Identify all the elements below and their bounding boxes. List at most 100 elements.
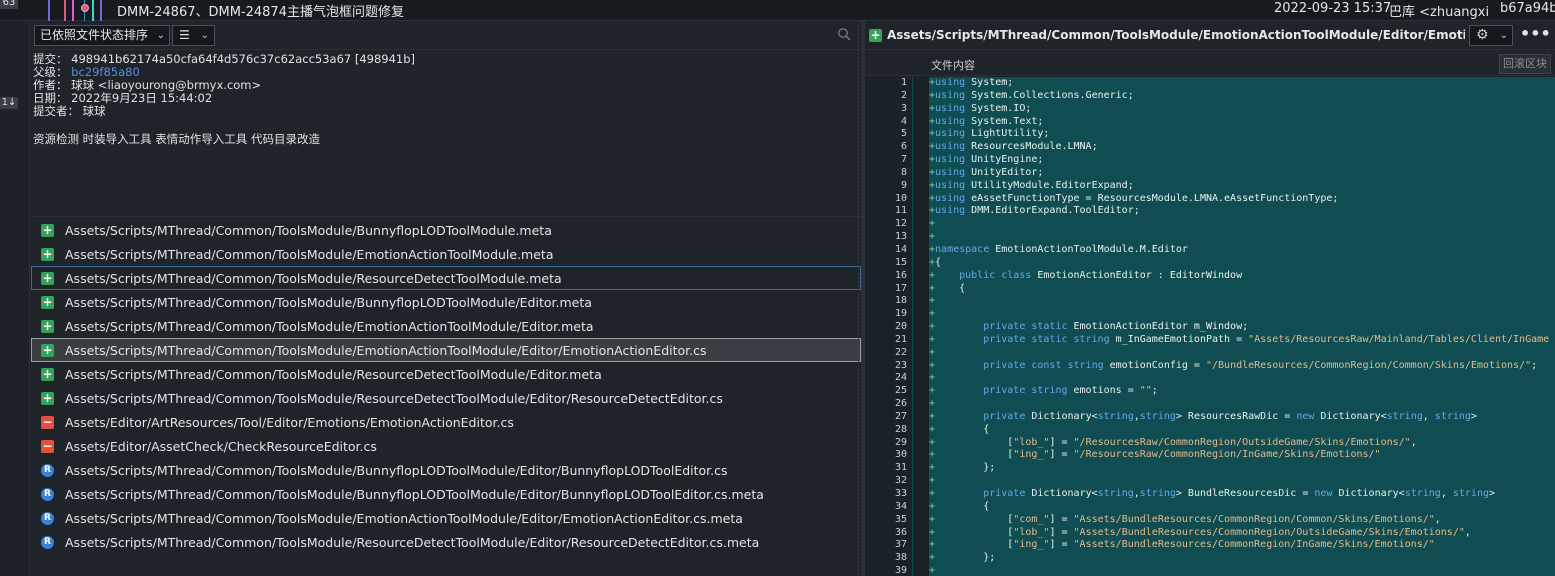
changed-file-item[interactable]: R Assets/Scripts/MThread/Common/ToolsModu… xyxy=(31,530,861,554)
commit-details-pane: 已依照文件状态排序 ⌄ ☰ ⌄ 提交： 498941b62174a50cfa64… xyxy=(31,21,861,576)
graph-lane-line xyxy=(72,0,74,21)
code-line: 15 +{ xyxy=(865,256,1555,270)
code-line: 29 + ["lob_"] = "/ResourcesRaw/CommonRegi… xyxy=(865,436,1555,450)
changed-file-item[interactable]: + Assets/Scripts/MThread/Common/ToolsModu… xyxy=(31,386,861,410)
left-gutter: 1↓ xyxy=(0,21,30,576)
line-source: + xyxy=(929,346,936,358)
changed-file-item[interactable]: + Assets/Scripts/MThread/Common/ToolsModu… xyxy=(31,290,861,314)
chevron-down-icon: ⌄ xyxy=(156,30,165,41)
line-source: + ["lob_"] = "/ResourcesRaw/CommonRegion… xyxy=(929,436,1417,448)
line-marker xyxy=(913,115,929,129)
line-marker xyxy=(913,526,929,540)
line-marker xyxy=(913,89,929,103)
removed-file-icon: − xyxy=(41,439,54,453)
changed-file-path: Assets/Editor/ArtResources/Tool/Editor/E… xyxy=(65,415,514,430)
line-number: 38 xyxy=(865,552,912,566)
code-line: 9 +using UtilityModule.EditorExpand; xyxy=(865,179,1555,193)
renamed-file-icon: R xyxy=(41,464,54,477)
line-number: 11 xyxy=(865,205,912,219)
changed-file-path: Assets/Scripts/MThread/Common/ToolsModul… xyxy=(65,271,562,286)
line-source: +using System; xyxy=(929,77,1014,88)
changed-file-path: Assets/Scripts/MThread/Common/ToolsModul… xyxy=(65,487,764,502)
line-number: 37 xyxy=(865,539,912,553)
changed-file-path: Assets/Editor/AssetCheck/CheckResourceEd… xyxy=(65,439,377,454)
line-marker xyxy=(913,552,929,566)
line-marker xyxy=(913,565,929,576)
list-view-icon: ☰ xyxy=(179,28,190,42)
code-line: 17 + { xyxy=(865,282,1555,296)
line-marker xyxy=(913,359,929,373)
code-line: 5 +using LightUtility; xyxy=(865,128,1555,142)
committer-label: 提交者： xyxy=(33,104,79,118)
line-marker xyxy=(913,346,929,360)
line-number: 33 xyxy=(865,488,912,501)
graph-lane-line xyxy=(64,0,66,21)
changed-file-path: Assets/Scripts/MThread/Common/ToolsModul… xyxy=(65,343,707,358)
changed-files-list: + Assets/Scripts/MThread/Common/ToolsModu… xyxy=(31,216,861,554)
changed-file-path: Assets/Scripts/MThread/Common/ToolsModul… xyxy=(65,319,594,334)
search-icon[interactable] xyxy=(837,27,851,41)
line-source: + xyxy=(929,475,936,487)
line-source: + private static EmotionActionEditor m_W… xyxy=(929,321,1249,333)
commit-subject: DMM-24867、DMM-24874主播气泡框问题修复 xyxy=(117,5,404,20)
code-line: 24 + xyxy=(865,372,1555,386)
revert-hunk-button[interactable]: 回滚区块 xyxy=(1499,54,1551,74)
changed-file-item[interactable]: − Assets/Editor/AssetCheck/CheckResourceE… xyxy=(31,434,861,458)
diff-code-view: 1 +using System; 2 +using System.Collection… xyxy=(865,77,1555,576)
line-source: + { xyxy=(929,500,990,512)
line-marker xyxy=(913,462,929,476)
diff-options-button[interactable]: ⚙ ⌄ xyxy=(1469,25,1513,46)
changed-file-item[interactable]: + Assets/Scripts/MThread/Common/ToolsModu… xyxy=(31,362,861,386)
line-source: +{ xyxy=(929,256,942,268)
more-options-button[interactable]: ••• xyxy=(1520,25,1551,46)
changed-file-item[interactable]: R Assets/Scripts/MThread/Common/ToolsModu… xyxy=(31,482,861,506)
line-source: + public class EmotionActionEditor : Edi… xyxy=(929,269,1243,281)
line-marker xyxy=(913,179,929,193)
code-line: 36 + ["lob_"] = "Assets/BundleResources/C… xyxy=(865,526,1555,540)
code-line: 38 + }; xyxy=(865,552,1555,566)
changed-file-item[interactable]: + Assets/Scripts/MThread/Common/ToolsModu… xyxy=(31,266,861,290)
sort-mode-select[interactable]: 已依照文件状态排序 ⌄ xyxy=(34,25,170,46)
line-source: + private const string emotionConfig = "… xyxy=(929,359,1538,371)
changed-file-item[interactable]: + Assets/Scripts/MThread/Common/ToolsModu… xyxy=(31,242,861,266)
code-line: 18 + xyxy=(865,295,1555,309)
line-marker xyxy=(913,539,929,553)
line-number: 27 xyxy=(865,410,912,424)
gear-icon: ⚙ xyxy=(1476,27,1489,43)
parent-hash-link[interactable]: bc29f85a80 xyxy=(71,65,140,79)
changed-file-item[interactable]: R Assets/Scripts/MThread/Common/ToolsModu… xyxy=(31,506,861,530)
line-source: + xyxy=(929,565,936,576)
line-source: +using System.IO; xyxy=(929,102,1032,114)
ahead-count-badge[interactable]: 63 xyxy=(0,0,18,9)
changed-file-path: Assets/Scripts/MThread/Common/ToolsModul… xyxy=(65,463,728,478)
renamed-file-icon: R xyxy=(41,488,54,501)
code-line: 4 +using System.Text; xyxy=(865,115,1555,129)
graph-lane-line xyxy=(92,0,94,21)
line-number: 6 xyxy=(865,141,912,155)
committer-value: 球球 xyxy=(82,104,106,118)
code-line: 30 + ["ing_"] = "/ResourcesRaw/CommonRegi… xyxy=(865,449,1555,463)
line-number: 9 xyxy=(865,179,912,193)
changed-file-item[interactable]: + Assets/Scripts/MThread/Common/ToolsModu… xyxy=(31,314,861,338)
behind-count-badge[interactable]: 1↓ xyxy=(0,97,18,109)
line-marker xyxy=(913,308,929,322)
line-marker xyxy=(913,154,929,167)
changed-file-item[interactable]: + Assets/Scripts/MThread/Common/ToolsModu… xyxy=(31,218,861,242)
line-source: + { xyxy=(929,282,966,294)
hunk-title: 文件内容 xyxy=(931,59,975,72)
line-source: + private static string m_InGameEmotionP… xyxy=(929,333,1550,345)
line-number: 5 xyxy=(865,128,912,142)
commit-hash: b67a94b xyxy=(1500,1,1555,16)
view-mode-select[interactable]: ☰ ⌄ xyxy=(172,25,215,46)
added-file-icon: + xyxy=(41,391,54,405)
line-marker xyxy=(913,385,929,399)
changed-file-item[interactable]: R Assets/Scripts/MThread/Common/ToolsModu… xyxy=(31,458,861,482)
line-number: 28 xyxy=(865,423,912,437)
commit-list-row[interactable]: DMM-24867、DMM-24874主播气泡框问题修复 2022-09-23 … xyxy=(0,0,1555,21)
code-line: 32 + xyxy=(865,475,1555,488)
line-marker xyxy=(913,218,929,232)
changed-file-item[interactable]: + Assets/Scripts/MThread/Common/ToolsModu… xyxy=(31,338,861,362)
changed-file-item[interactable]: − Assets/Editor/ArtResources/Tool/Editor/… xyxy=(31,410,861,434)
line-source: + ["com_"] = "Assets/BundleResources/Com… xyxy=(929,513,1441,525)
commit-graph xyxy=(30,0,110,21)
